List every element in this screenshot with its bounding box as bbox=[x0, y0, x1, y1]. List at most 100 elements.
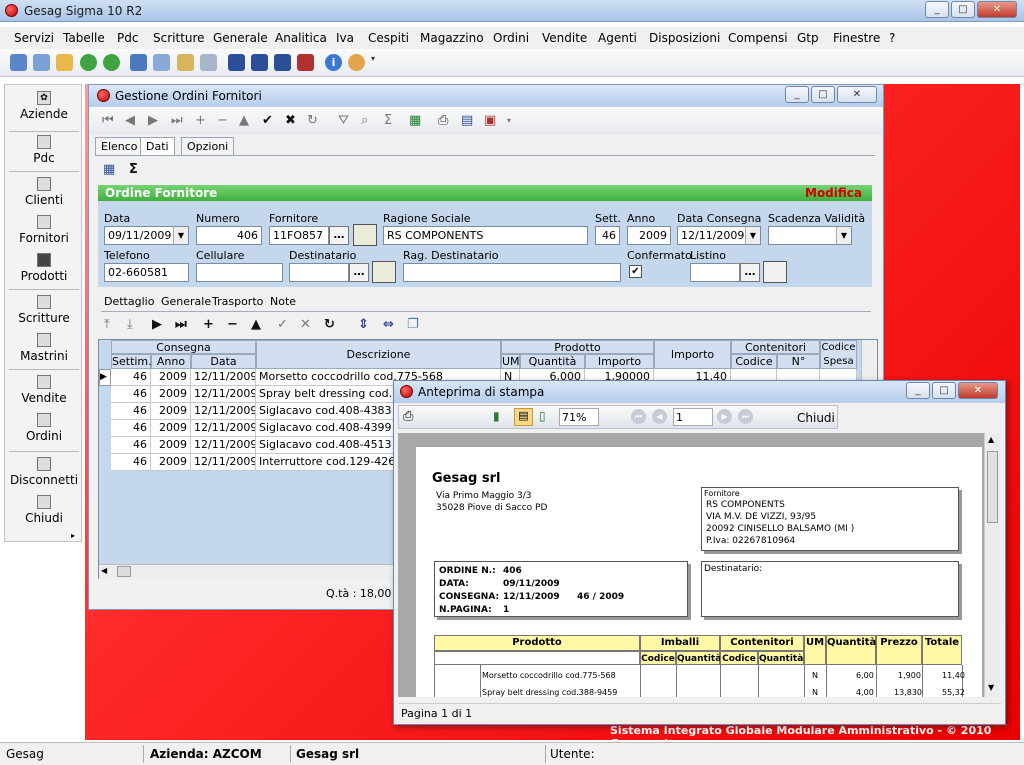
nav-clienti[interactable]: Clienti bbox=[5, 177, 83, 207]
up-icon[interactable]: ▲ bbox=[239, 113, 249, 129]
listino-lookup-button[interactable]: … bbox=[740, 263, 760, 282]
copy-icon[interactable] bbox=[33, 54, 50, 71]
move-icon[interactable]: ⇕ bbox=[358, 317, 369, 333]
rag-destinatario-field[interactable] bbox=[403, 263, 621, 282]
col-importo-unit[interactable]: Importo Unit. bbox=[585, 354, 654, 382]
nav-aziende[interactable]: ✿ Aziende bbox=[5, 91, 83, 121]
nav-ordini[interactable]: Ordini bbox=[5, 413, 83, 443]
destinatario-lookup-button[interactable]: … bbox=[349, 263, 369, 282]
zoom-field[interactable]: 71% bbox=[559, 408, 599, 426]
archive-icon[interactable] bbox=[177, 54, 194, 71]
grid-cell-settim[interactable]: 46 bbox=[111, 403, 151, 420]
destinatario-field[interactable] bbox=[289, 263, 349, 282]
grid-cell-data[interactable]: 12/11/2009 bbox=[191, 386, 256, 403]
users-icon[interactable] bbox=[348, 54, 365, 71]
nav-chiudi[interactable]: Chiudi bbox=[5, 495, 83, 525]
minimize-button[interactable]: _ bbox=[925, 1, 949, 18]
col-descrizione[interactable]: Descrizione bbox=[256, 340, 501, 369]
listino-edit-icon[interactable] bbox=[763, 261, 787, 283]
grid-cell-data[interactable]: 12/11/2009 bbox=[191, 369, 256, 386]
copy-rows-icon[interactable]: ❐ bbox=[407, 317, 419, 333]
sort-icon[interactable]: Σ bbox=[384, 113, 392, 129]
nav-pdc[interactable]: Pdc bbox=[5, 135, 83, 165]
grid-cell-settim[interactable]: 46 bbox=[111, 386, 151, 403]
menu-finestre[interactable]: Finestre bbox=[833, 31, 880, 45]
menu-scritture[interactable]: Scritture bbox=[153, 31, 205, 45]
menu-compensi[interactable]: Compensi bbox=[728, 31, 788, 45]
confermato-checkbox[interactable]: ✔ bbox=[629, 265, 642, 278]
grid-cell-settim[interactable]: 46 bbox=[111, 420, 151, 437]
data-consegna-field[interactable]: 12/11/2009 ▼ bbox=[677, 226, 761, 245]
confirm-row-icon[interactable]: ✓ bbox=[277, 317, 288, 333]
first-record-icon[interactable]: ⏮ bbox=[102, 113, 114, 129]
grid-cell-data[interactable]: 12/11/2009 bbox=[191, 403, 256, 420]
col-anno[interactable]: Anno bbox=[151, 354, 191, 369]
delete-row-icon[interactable]: − bbox=[227, 317, 238, 333]
grid-cell-anno[interactable]: 2009 bbox=[151, 454, 191, 471]
forward-icon[interactable] bbox=[103, 54, 120, 71]
col-importo-totale[interactable]: Importo Totale bbox=[654, 340, 731, 389]
chevron-down-icon[interactable]: ▼ bbox=[745, 227, 760, 244]
collapse-icon[interactable]: ▸ bbox=[71, 531, 75, 540]
menu-cespiti[interactable]: Cespiti bbox=[368, 31, 409, 45]
menu-iva[interactable]: Iva bbox=[336, 31, 354, 45]
tab-elenco[interactable]: Elenco bbox=[95, 137, 144, 155]
menu-gtp[interactable]: Gtp bbox=[797, 31, 819, 45]
excel-icon[interactable]: ▦ bbox=[409, 113, 421, 129]
minimize-button[interactable]: _ bbox=[785, 86, 809, 103]
search-icon[interactable]: ⌕ bbox=[361, 113, 368, 129]
grid-cell-anno[interactable]: 2009 bbox=[151, 386, 191, 403]
close-button[interactable]: ✕ bbox=[837, 86, 877, 103]
subtab-note[interactable]: Note bbox=[270, 295, 296, 308]
grid-cell-anno[interactable]: 2009 bbox=[151, 437, 191, 454]
grid-cell-data[interactable]: 12/11/2009 bbox=[191, 437, 256, 454]
cancel-row-icon[interactable]: ✕ bbox=[300, 317, 311, 333]
menu-magazzino[interactable]: Magazzino bbox=[420, 31, 484, 45]
nav-mastrini[interactable]: Mastrini bbox=[5, 333, 83, 363]
next-row-icon[interactable]: ▶ bbox=[152, 317, 162, 333]
truck-icon[interactable] bbox=[297, 54, 314, 71]
grid-cell-settim[interactable]: 46 bbox=[111, 454, 151, 471]
prev-row-icon[interactable]: ⤓ bbox=[127, 317, 133, 333]
grid-cell-anno[interactable]: 2009 bbox=[151, 369, 191, 386]
split-icon[interactable]: ⇔ bbox=[383, 317, 394, 333]
prev-page-icon[interactable]: ◀ bbox=[652, 409, 667, 424]
single-page-icon[interactable]: ▮ bbox=[493, 409, 500, 423]
fornitore-field[interactable]: 11FO857 bbox=[269, 226, 329, 245]
last-row-icon[interactable]: ⏭ bbox=[175, 317, 187, 333]
maximize-button[interactable]: □ bbox=[951, 1, 975, 18]
chevron-down-icon[interactable]: ▼ bbox=[173, 227, 188, 244]
pdf-icon[interactable]: ▣ bbox=[484, 113, 496, 129]
minimize-button[interactable]: _ bbox=[906, 382, 930, 399]
home-icon[interactable] bbox=[10, 54, 27, 71]
folder-icon[interactable] bbox=[56, 54, 73, 71]
maximize-button[interactable]: □ bbox=[811, 86, 835, 103]
fornitore-card-icon[interactable] bbox=[353, 224, 377, 246]
nav-disconnetti[interactable]: Disconnetti bbox=[5, 457, 83, 487]
add-row-icon[interactable]: + bbox=[203, 317, 214, 333]
col-codice[interactable]: Codice bbox=[731, 354, 777, 369]
data-field[interactable]: 09/11/2009 ▼ bbox=[104, 226, 189, 245]
sum-icon[interactable]: Σ bbox=[129, 162, 138, 178]
menu-analitica[interactable]: Analitica bbox=[275, 31, 327, 45]
subtab-generale[interactable]: Generale bbox=[161, 295, 211, 308]
numero-field[interactable]: 406 bbox=[196, 226, 262, 245]
toolbar-overflow-icon[interactable]: ▾ bbox=[371, 54, 379, 71]
anno-field[interactable]: 2009 bbox=[627, 226, 671, 245]
report-icon[interactable]: ▤ bbox=[461, 113, 473, 129]
col-settim[interactable]: Settim. bbox=[111, 354, 152, 369]
last-record-icon[interactable]: ⏭ bbox=[171, 113, 183, 129]
up-row-icon[interactable]: ▲ bbox=[251, 317, 261, 333]
ragione-sociale-field[interactable]: RS COMPONENTS bbox=[383, 226, 588, 245]
tree-icon[interactable] bbox=[130, 54, 147, 71]
col-n[interactable]: N° bbox=[777, 354, 820, 369]
maximize-button[interactable]: □ bbox=[932, 382, 956, 399]
grid-cell-settim[interactable]: 46 bbox=[111, 437, 151, 454]
next-record-icon[interactable]: ▶ bbox=[148, 113, 158, 129]
grid-cell-data[interactable]: 12/11/2009 bbox=[191, 454, 256, 471]
close-button[interactable]: ✕ bbox=[977, 1, 1017, 18]
nav-fornitori[interactable]: Fornitori bbox=[5, 215, 83, 245]
first-page-icon[interactable]: ⏮ bbox=[631, 409, 646, 424]
menu-generale[interactable]: Generale bbox=[213, 31, 268, 45]
grid-cell-anno[interactable]: 2009 bbox=[151, 420, 191, 437]
